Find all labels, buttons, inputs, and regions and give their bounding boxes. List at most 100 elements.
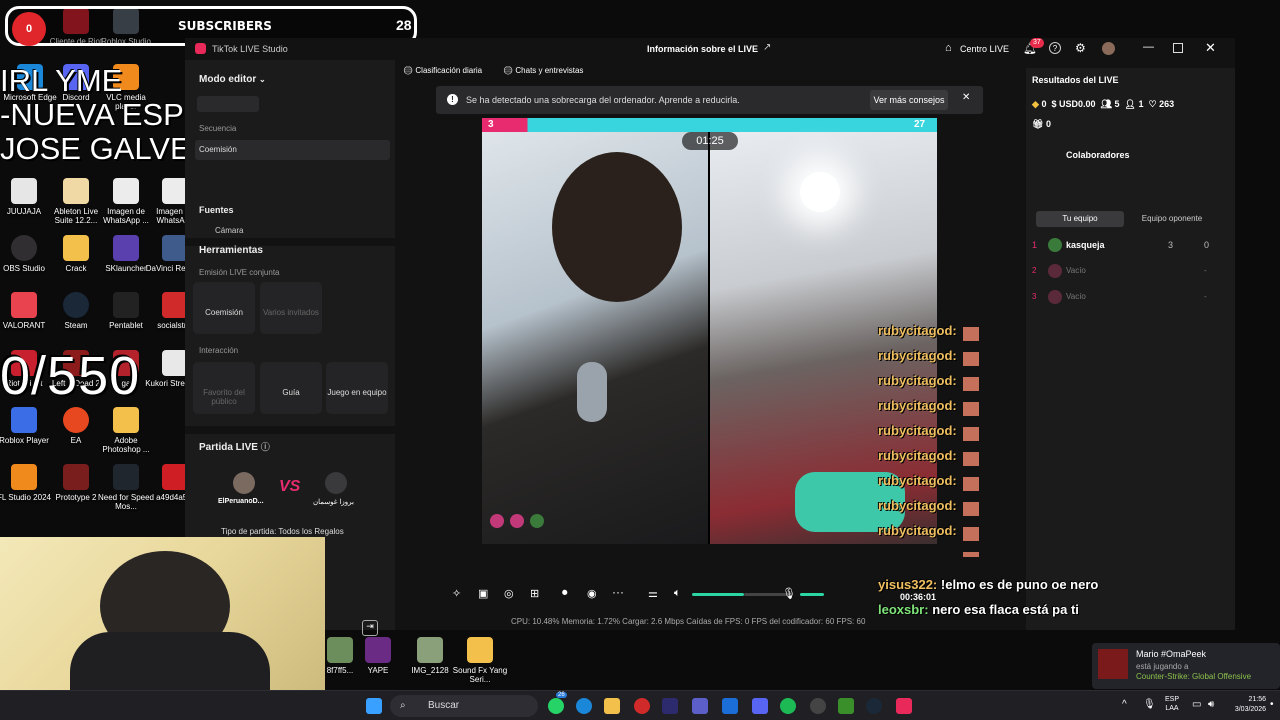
beauty-icon[interactable]: ◎ [504,587,514,600]
live-info-title[interactable]: Información sobre el LIVE [647,44,758,54]
opera-icon[interactable] [634,698,650,714]
teams-icon[interactable] [692,698,708,714]
multi-guest-tile[interactable]: Varios invitados [260,282,322,334]
speaker-icon[interactable]: 🔈︎ [674,587,681,600]
gifter-avatar [510,514,524,528]
interaction-label: Interacción [199,346,239,355]
close-icon[interactable]: ✕ [1205,40,1216,56]
camera-icon[interactable]: ◉ [587,587,597,600]
add-icon[interactable]: ⊞ [530,587,539,600]
whatsapp-badge: 26 [556,692,567,698]
chat-message: rubycitagod: [878,323,957,338]
chats-tab[interactable]: 🟡︎ Chats y entrevistas [503,66,583,75]
alert-counter: 0 [12,12,46,46]
share-icon[interactable]: ↗ [763,42,771,53]
after-effects-icon[interactable] [662,698,678,714]
spotify-icon[interactable] [780,698,796,714]
player-left-name: ElPeruanoD... [218,498,264,505]
roblox-icon [11,407,37,433]
desktop-icon-sound-fx[interactable]: Sound Fx Yang Seri... [450,637,510,684]
chat-emote-column [963,327,979,557]
chat-message: leoxsbr: nero esa flaca está pa ti [878,602,1079,617]
image-file-icon [417,637,443,663]
more-icon[interactable]: ··· [612,585,624,599]
tools-heading: Herramientas [199,245,263,256]
avatar[interactable] [1102,42,1115,55]
info-icon[interactable]: ⓘ [261,442,270,452]
avatar [1048,264,1062,278]
ableton-icon [63,178,89,204]
volume-icon[interactable]: 🔊︎ [1208,699,1214,710]
steam-friend-notification[interactable]: Mario #OmaPeek está jugando a Counter-St… [1092,643,1280,689]
player-right-name: بروزا غوسمان [313,499,354,506]
exit-icon[interactable]: ⇥ [362,620,378,636]
collaborators-tab[interactable]: Colaboradores [1066,150,1130,160]
monitor-icon[interactable]: ▭ [1192,699,1201,710]
app-icon[interactable] [810,698,826,714]
maximize-icon[interactable] [1173,43,1183,53]
daily-ranking-tab[interactable]: 🟡︎ Clasificación diaria [403,66,482,75]
whatsapp-icon[interactable] [548,698,564,714]
player-right-avatar [325,472,347,494]
magic-wand-icon[interactable]: ✧ [452,587,461,600]
help-icon[interactable]: ? [1049,42,1061,54]
team-game-tile[interactable]: Juego en equipo [326,362,388,414]
joint-live-label: Emisión LIVE conjunta [199,268,280,277]
mixer-icon[interactable]: ⚌ [648,587,658,600]
mode-editor-dropdown[interactable]: Modo editor ⌄ [199,74,266,85]
chevron-down-icon: ⌄ [259,75,266,84]
taskbar-search[interactable]: ⌕ Buscar [390,695,538,717]
audience-favorite-tile[interactable]: Favorito del público [193,362,255,414]
tab-your-team[interactable]: Tu equipo [1036,211,1124,227]
microphone [577,362,607,422]
close-warning-icon[interactable]: ✕ [962,92,970,103]
sequence-label: Secuencia [199,124,237,133]
app-title: TikTok LIVE Studio [212,44,288,54]
valorant-icon [11,292,37,318]
battle-score-bar: 3 27 [482,118,937,132]
streamer-webcam [0,537,325,690]
steam-icon[interactable] [866,698,882,714]
subscribers-count: 28 [396,17,412,33]
chevron-up-icon[interactable]: ^ [1122,699,1127,710]
taskbar: ⌕ Buscar 26 ^ 🎙︎ ESP LAA ▭ 🔊︎ 21:56 3/03/… [0,690,1280,720]
tiktok-live-icon[interactable] [896,698,912,714]
streamer-shirt [70,632,270,690]
record-icon[interactable]: ⏺ [562,587,568,600]
layout-portrait-toggle[interactable] [197,96,259,112]
edge-icon[interactable] [576,698,592,714]
discord-icon[interactable] [752,698,768,714]
minimize-icon[interactable]: — [1143,41,1154,53]
centro-live-link[interactable]: Centro LIVE [960,44,1009,54]
more-tips-button[interactable]: Ver más consejos [870,90,948,110]
camera-source[interactable]: Cámara [215,226,243,235]
clock[interactable]: 21:56 3/03/2026 [1226,695,1266,715]
viewers-icon: 👥︎ [1100,99,1112,109]
file-explorer-icon[interactable] [604,698,620,714]
defender-icon[interactable] [722,698,738,714]
effects-icon[interactable]: ▣ [478,587,488,600]
guide-tile[interactable]: Guía [260,362,322,414]
scene-coemission[interactable]: Coemisión [195,140,390,160]
start-icon[interactable] [366,698,382,714]
desktop-icon-yape[interactable]: YAPE [348,637,408,675]
tab-opponent-team[interactable]: Equipo oponente [1126,211,1218,227]
coemission-tile[interactable]: Coemisión [193,282,255,334]
folder-icon [113,407,139,433]
microphone-tray-icon[interactable]: 🎙︎ [1143,699,1156,710]
settings-gear-icon[interactable]: ⚙ [1075,41,1086,55]
chat-message: rubycitagod: [878,398,957,413]
diamond-icon: ◆ [1032,99,1039,109]
speaker-volume-slider[interactable] [692,593,744,596]
team-row: 1 kasqueja 3 0 [1032,238,1210,252]
microphone-icon[interactable]: 🎙︎ [782,587,796,600]
chat-message: rubycitagod: [878,523,957,538]
app-icon[interactable] [838,698,854,714]
host-silhouette [552,152,682,302]
language-indicator[interactable]: ESP LAA [1162,695,1182,713]
desktop-icon-photoshop-folder[interactable]: Adobe Photoshop ... [96,407,156,454]
overload-message: Se ha detectado una sobrecarga del orden… [466,95,740,105]
mic-volume-slider[interactable] [800,593,824,596]
notification-bell-icon[interactable]: • [1270,699,1274,710]
gift-icon: 🎁︎ [1032,119,1044,129]
